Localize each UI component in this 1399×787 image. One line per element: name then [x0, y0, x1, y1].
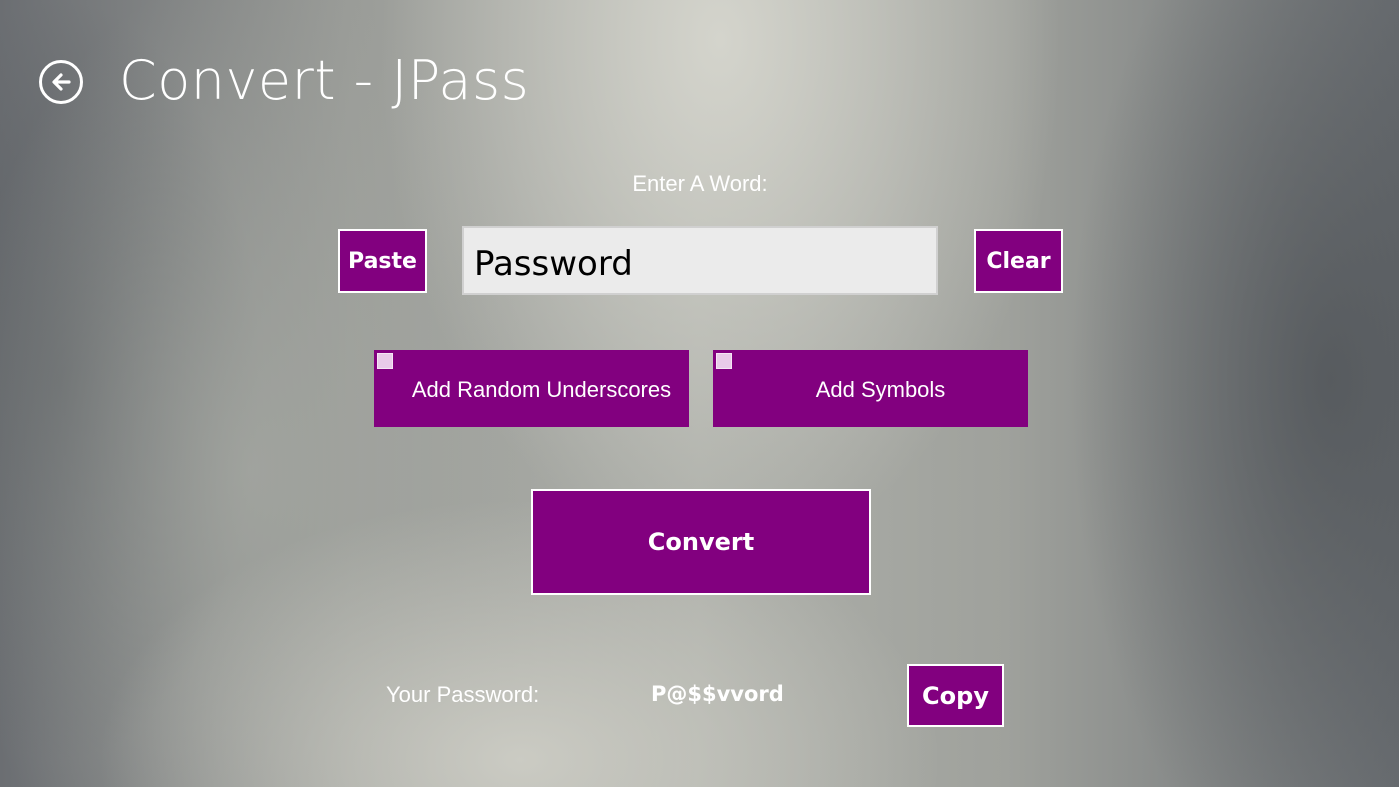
- convert-button[interactable]: Convert: [531, 489, 871, 595]
- generated-password: P@$$vvord: [651, 682, 784, 706]
- paste-button[interactable]: Paste: [338, 229, 427, 293]
- back-button[interactable]: [39, 60, 83, 104]
- add-symbols-toggle[interactable]: Add Symbols: [713, 350, 1028, 427]
- page-title: Convert - JPass: [119, 49, 530, 112]
- underscores-label: Add Random Underscores: [411, 377, 672, 402]
- your-password-label: Your Password:: [386, 682, 540, 707]
- symbols-checkbox[interactable]: [716, 353, 732, 369]
- underscores-checkbox[interactable]: [377, 353, 393, 369]
- symbols-label: Add Symbols: [815, 377, 946, 402]
- copy-button[interactable]: Copy: [907, 664, 1004, 727]
- enter-word-label: Enter A Word:: [632, 171, 768, 196]
- clear-button[interactable]: Clear: [974, 229, 1063, 293]
- word-input[interactable]: [462, 226, 938, 295]
- add-random-underscores-toggle[interactable]: Add Random Underscores: [374, 350, 689, 427]
- arrow-left-icon: [49, 70, 73, 94]
